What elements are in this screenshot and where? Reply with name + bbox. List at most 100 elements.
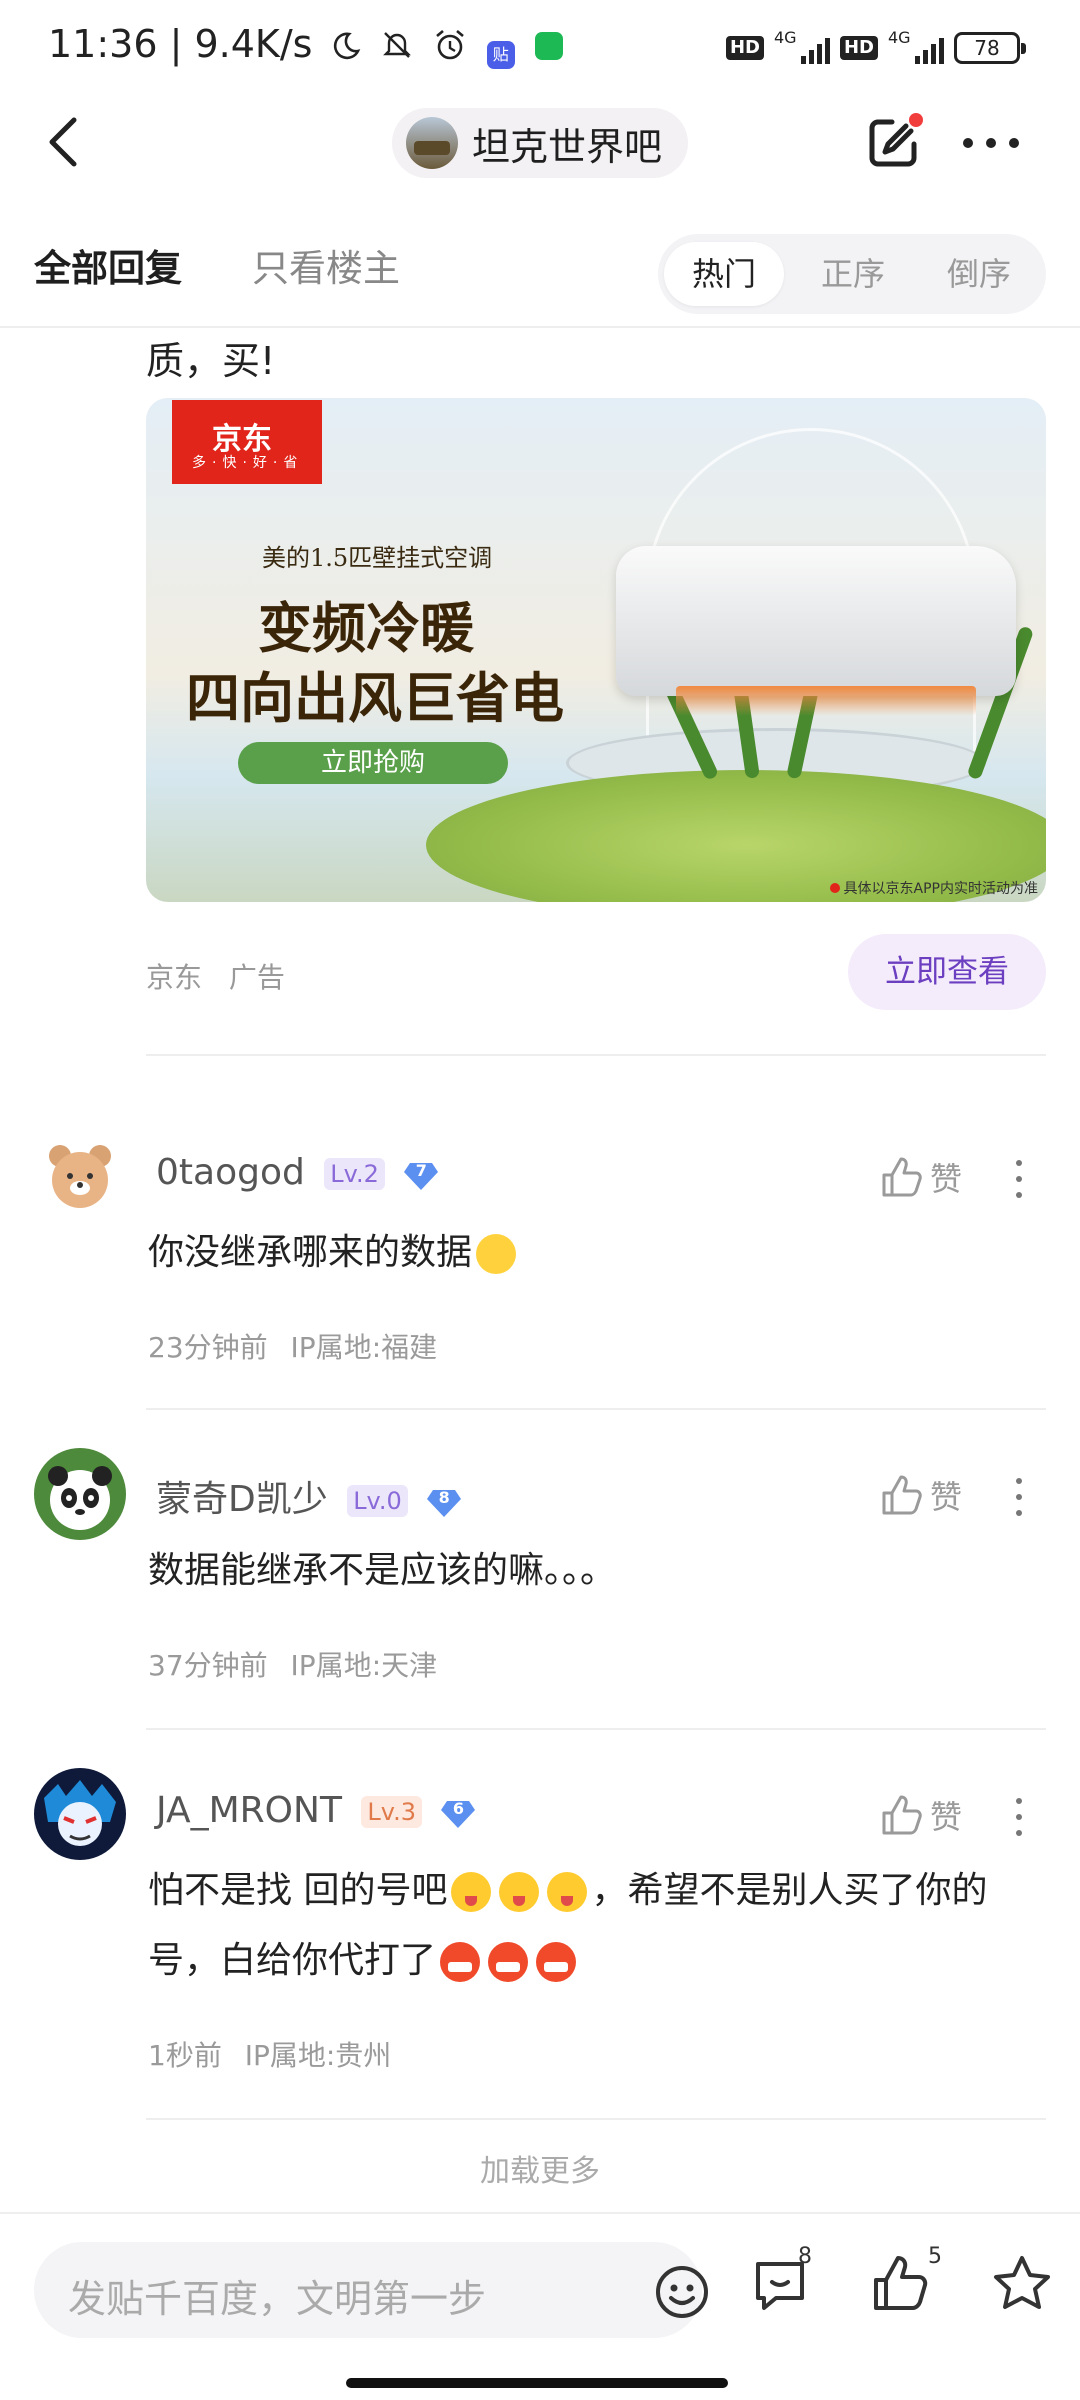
hd-icon-2: HD	[839, 36, 878, 60]
fan-badge: 6	[441, 1797, 476, 1828]
thumbs-up-icon	[882, 1475, 922, 1515]
ad-source: 京东	[146, 961, 203, 994]
home-indicator[interactable]	[346, 2378, 728, 2388]
network-type: 4G	[773, 28, 797, 47]
like-label: 赞	[930, 1478, 963, 1516]
like-label: 赞	[930, 1160, 963, 1198]
comment-time: 23分钟前	[148, 1331, 268, 1364]
back-arrow-icon	[49, 117, 77, 167]
fan-badge: 8	[427, 1486, 462, 1517]
fan-badge-number: 8	[438, 1488, 450, 1507]
username-row: 0taogod Lv.2 7	[156, 1152, 439, 1193]
comment-time: 37分钟前	[148, 1649, 268, 1682]
comment-count: 8	[798, 2244, 812, 2269]
comment-ip: IP属地:贵州	[244, 2039, 392, 2072]
comment-more-button[interactable]	[1016, 1160, 1024, 1208]
comment-ip: IP属地:天津	[290, 1649, 438, 1682]
reply-input[interactable]: 发贴千百度，文明第一步	[34, 2242, 708, 2338]
alarm-icon	[435, 30, 464, 60]
username-row: 蒙奇D凯少 Lv.0 8	[156, 1470, 462, 1522]
sort-hot[interactable]: 热门	[664, 242, 784, 306]
tab-op-only[interactable]: 只看楼主	[252, 238, 400, 292]
divider	[146, 1728, 1046, 1730]
comment-text-content: 怕不是找 回的号吧	[148, 1870, 448, 1911]
tab-all-replies[interactable]: 全部回复	[34, 238, 182, 292]
username-row: JA_MRONT Lv.3 6	[156, 1790, 476, 1831]
avatar[interactable]	[34, 1130, 126, 1222]
edit-button[interactable]	[862, 110, 926, 174]
reply-input-placeholder: 发贴千百度，文明第一步	[68, 2277, 487, 2321]
anime-avatar-icon	[44, 1780, 116, 1846]
ad-banner-image[interactable]: 京东 多·快·好·省 美的1.5匹壁挂式空调 变频冷暖 四向出风巨省电 立即抢购…	[146, 398, 1046, 902]
bottom-bar: 发贴千百度，文明第一步 8 5	[0, 2212, 1080, 2400]
comment-meta: 37分钟前 IP属地:天津	[148, 1644, 437, 1684]
divider	[146, 1408, 1046, 1410]
comment-text: 你没继承哪来的数据	[148, 1218, 1048, 1288]
thumbs-up-icon	[882, 1795, 922, 1835]
yum-emoji-icon	[547, 1872, 588, 1912]
like-button[interactable]: 赞	[880, 1154, 962, 1200]
jd-slogan: 多·快·好·省	[192, 455, 304, 471]
like-icon[interactable]	[870, 2252, 934, 2316]
like-count: 5	[928, 2244, 942, 2269]
battery-icon: 78	[954, 32, 1026, 64]
star-icon[interactable]	[990, 2252, 1054, 2316]
comment-more-button[interactable]	[1016, 1798, 1024, 1846]
forum-title-pill[interactable]: 坦克世界吧	[392, 108, 688, 178]
mute-bell-icon	[382, 32, 411, 58]
back-button[interactable]	[40, 112, 90, 172]
emoji-icon[interactable]	[654, 2264, 710, 2320]
forum-name: 坦克世界吧	[472, 124, 663, 169]
angry-emoji-icon	[488, 1942, 529, 1982]
status-time: 11:36 | 9.4K/s 贴	[48, 22, 563, 69]
load-more-button[interactable]: 加载更多	[0, 2146, 1080, 2190]
status-bar: 11:36 | 9.4K/s 贴 HD 4G HD 4G 78	[0, 0, 1080, 92]
comment-time: 1秒前	[148, 2039, 222, 2072]
like-label: 赞	[930, 1798, 963, 1836]
comment-text: 怕不是找 回的号吧 ，希望不是别人买了你的号，白给你代打了	[148, 1856, 1048, 1996]
avatar[interactable]	[34, 1768, 126, 1860]
hd-icon: HD	[725, 36, 764, 60]
fan-badge-number: 6	[452, 1799, 465, 1818]
ad-preceding-text: 质，买!	[146, 339, 276, 383]
comment-more-button[interactable]	[1016, 1478, 1024, 1526]
sort-segmented-control: 热门 正序 倒序	[658, 234, 1046, 314]
more-icon	[963, 138, 1019, 148]
username[interactable]: JA_MRONT	[156, 1790, 342, 1831]
angry-emoji-icon	[536, 1942, 577, 1982]
angry-emoji-icon	[440, 1942, 481, 1982]
level-badge: Lv.3	[361, 1796, 423, 1828]
panda-avatar-icon	[48, 1466, 112, 1530]
sort-descending[interactable]: 倒序	[924, 234, 1034, 314]
username[interactable]: 蒙奇D凯少	[156, 1479, 328, 1520]
level-badge: Lv.0	[347, 1485, 408, 1517]
comment-text: 数据能继承不是应该的嘛。。。	[148, 1550, 617, 1591]
banner-cta-button[interactable]: 立即抢购	[238, 742, 508, 784]
status-right-group: HD 4G HD 4G 78	[725, 28, 1026, 68]
yum-emoji-icon	[451, 1872, 492, 1912]
forum-avatar	[406, 117, 458, 169]
like-button[interactable]: 赞	[880, 1792, 962, 1838]
comment-ip: IP属地:福建	[290, 1331, 438, 1364]
divider	[146, 1054, 1046, 1056]
banner-headline-2: 四向出风巨省电	[186, 666, 564, 730]
comment-text-content: 你没继承哪来的数据	[148, 1232, 473, 1273]
username[interactable]: 0taogod	[156, 1152, 305, 1193]
edit-icon	[869, 113, 923, 167]
like-button[interactable]: 赞	[880, 1472, 962, 1518]
ad-source-line: 京东 广告	[146, 956, 285, 996]
jd-logo: 京东 多·快·好·省	[172, 400, 322, 484]
level-badge: Lv.2	[324, 1158, 385, 1190]
sort-ascending[interactable]: 正序	[798, 234, 908, 314]
fan-badge: 7	[404, 1159, 439, 1190]
ad-view-button[interactable]: 立即查看	[848, 934, 1046, 1010]
divider	[0, 326, 1080, 328]
tieba-app-icon: 贴	[486, 41, 515, 69]
wechat-app-icon	[534, 32, 563, 60]
clock-speed: 11:36 | 9.4K/s	[48, 22, 313, 66]
divider	[146, 2118, 1046, 2120]
air-conditioner-image	[616, 546, 1016, 716]
avatar[interactable]	[34, 1448, 126, 1540]
thinking-emoji-icon	[476, 1234, 517, 1274]
more-options-button[interactable]	[956, 128, 1026, 158]
